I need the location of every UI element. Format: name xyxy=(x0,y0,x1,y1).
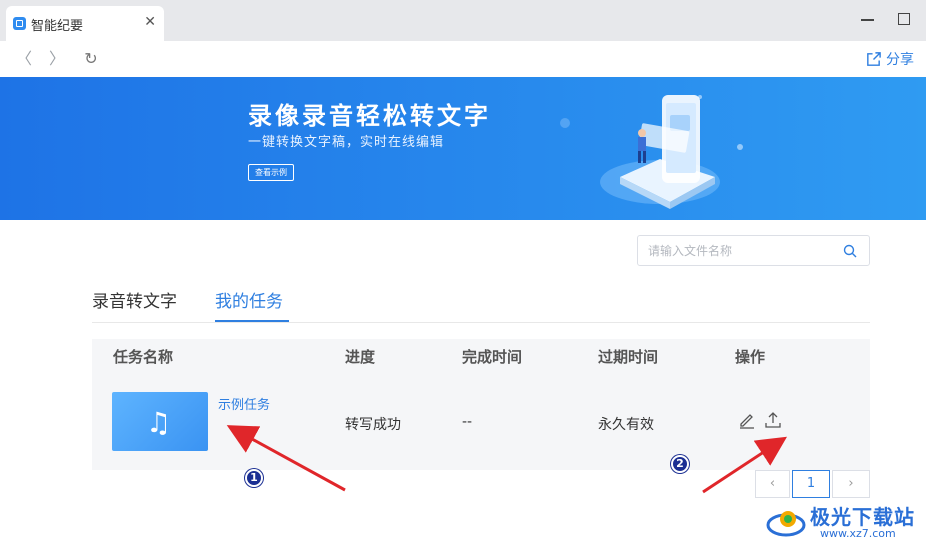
share-label: 分享 xyxy=(886,52,914,68)
watermark: 极光下载站 www.xz7.com xyxy=(766,497,922,547)
tab-title: 智能纪要 xyxy=(31,19,84,34)
edit-icon[interactable] xyxy=(738,411,756,429)
active-tab-indicator xyxy=(215,320,289,322)
task-name-link[interactable]: 示例任务 xyxy=(218,394,270,413)
prev-page-button[interactable]: ‹ xyxy=(755,470,790,498)
watermark-url: www.xz7.com xyxy=(820,527,896,540)
minimize-icon[interactable] xyxy=(861,19,874,21)
title-bar: 智能纪要 ✕ xyxy=(0,0,926,41)
annotation-marker-1: 1 xyxy=(245,469,263,487)
promo-banner: 录像录音轻松转文字 一键转换文字稿，实时在线编辑 查看示例 xyxy=(0,77,926,220)
column-header-expire-time: 过期时间 xyxy=(598,348,659,366)
search-input[interactable] xyxy=(648,241,838,261)
maximize-icon[interactable] xyxy=(898,13,910,25)
forward-icon[interactable]: 〉 xyxy=(47,49,67,69)
view-example-button[interactable]: 查看示例 xyxy=(248,164,294,181)
column-header-progress: 进度 xyxy=(345,348,376,366)
column-header-finish-time: 完成时间 xyxy=(462,348,523,366)
task-finish-time: -- xyxy=(462,414,473,430)
next-page-button[interactable]: › xyxy=(832,470,870,498)
task-table: 任务名称 进度 完成时间 过期时间 操作 ♫ 示例任务 转写成功 -- 永久有效 xyxy=(92,339,870,470)
tab-close-icon[interactable]: ✕ xyxy=(144,14,156,30)
column-header-actions: 操作 xyxy=(735,348,766,366)
share-button[interactable]: 分享 xyxy=(865,49,914,69)
banner-illustration xyxy=(560,95,743,209)
search-icon[interactable] xyxy=(843,244,857,258)
file-search-box xyxy=(637,235,870,266)
upload-icon[interactable] xyxy=(764,411,782,429)
back-icon[interactable]: 〈 xyxy=(14,49,34,69)
task-tabs: 录音转文字 我的任务 xyxy=(92,284,870,323)
reload-icon[interactable]: ↻ xyxy=(81,49,101,69)
annotation-marker-2: 2 xyxy=(671,455,689,473)
watermark-text: 极光下载站 xyxy=(810,505,915,529)
app-icon xyxy=(13,17,26,30)
task-progress: 转写成功 xyxy=(345,417,401,433)
browser-tab[interactable]: 智能纪要 ✕ xyxy=(6,6,164,41)
banner-subtitle: 一键转换文字稿，实时在线编辑 xyxy=(248,135,445,150)
page-number-button[interactable]: 1 xyxy=(792,470,830,498)
toolbar: 〈 〉 ↻ 分享 xyxy=(0,41,926,77)
tab-my-tasks[interactable]: 我的任务 xyxy=(215,287,283,312)
task-thumbnail[interactable]: ♫ xyxy=(112,392,208,451)
music-note-icon: ♫ xyxy=(146,406,172,439)
watermark-logo-icon xyxy=(766,511,806,537)
share-icon xyxy=(867,51,881,66)
task-expire-time: 永久有效 xyxy=(598,417,654,433)
tab-audio-to-text[interactable]: 录音转文字 xyxy=(92,287,177,312)
banner-title: 录像录音轻松转文字 xyxy=(248,102,491,130)
column-header-task-name: 任务名称 xyxy=(113,348,174,366)
